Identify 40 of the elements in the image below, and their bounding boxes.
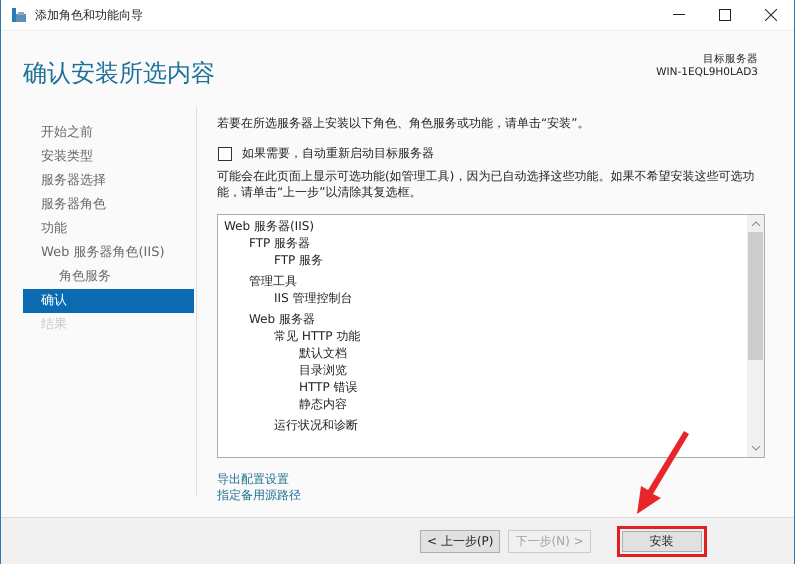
tree-item: HTTP 错误 [299,379,358,396]
server-name: WIN-1EQL9H0LAD3 [656,66,758,79]
tree-item: FTP 服务器 [249,235,310,252]
instruction-text: 若要在所选服务器上安装以下角色、角色服务或功能，请单击“安装”。 [217,115,590,131]
tree-item: 默认文档 [299,345,347,362]
nav-item[interactable]: 服务器角色 [23,193,194,217]
tree-item: Web 服务器(IIS) [224,218,314,235]
nav-item[interactable]: 角色服务 [23,265,194,289]
server-label: 目标服务器 [702,53,758,66]
scroll-down-icon [752,446,760,451]
maximize-icon [719,9,731,21]
checkbox[interactable] [218,146,232,160]
link[interactable]: 指定备用源路径 [217,487,301,503]
window-title: 添加角色和功能向导 [35,6,144,24]
tree-item: 管理工具 [249,273,297,290]
nav-item[interactable]: 安装类型 [23,145,194,169]
tree-item: FTP 服务 [274,252,324,269]
scroll-up-icon [752,221,760,226]
nav-item[interactable]: 开始之前 [23,121,194,145]
nav-item[interactable]: 功能 [23,217,194,241]
scrollbar-thumb[interactable] [748,232,763,360]
tree-item: 运行状况和诊断 [274,417,358,434]
tree-item: Web 服务器 [249,311,315,328]
tree-item: 常见 HTTP 功能 [274,328,360,345]
wizard-button[interactable]: 安装 [616,526,707,556]
nav-item[interactable]: 服务器选择 [23,169,194,193]
scrollbar[interactable] [747,215,764,457]
checkbox-label[interactable]: 如果需要，自动重新启动目标服务器 [242,145,434,162]
page-title: 确认安装所选内容 [23,58,215,89]
tree-item: 静态内容 [299,396,347,413]
nav-item[interactable]: Web 服务器角色(IIS) [23,241,194,265]
app-icon [11,7,27,23]
close-icon [765,9,777,21]
nav-item[interactable]: 确认 [23,289,194,313]
tree-item: IIS 管理控制台 [274,290,353,307]
note-text: 可能会在此页面上显示可选功能(如管理工具)，因为已自动选择这些功能。如果不希望安装这些可选功能，请单击“上一步”以清除其复选框。 [217,168,756,200]
link[interactable]: 导出配置设置 [217,471,289,487]
tree-item: 目录浏览 [299,362,347,379]
wizard-button[interactable]: < 上一步(P) [420,530,500,552]
minimize-icon [673,14,685,16]
